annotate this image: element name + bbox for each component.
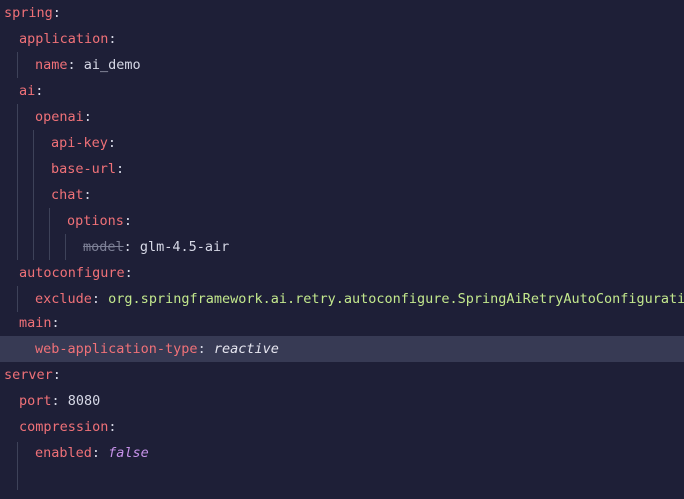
yaml-colon: : bbox=[91, 291, 101, 307]
yaml-line-options[interactable]: options: bbox=[0, 208, 684, 234]
yaml-colon: : bbox=[83, 109, 92, 125]
yaml-key: openai bbox=[35, 109, 84, 125]
yaml-line-web-application-type[interactable]: web-application-type: reactive bbox=[0, 336, 684, 362]
yaml-line-name[interactable]: name: ai_demo bbox=[0, 52, 684, 78]
yaml-key: name bbox=[35, 57, 68, 73]
yaml-key: application bbox=[19, 31, 109, 47]
yaml-key: port bbox=[19, 393, 52, 409]
yaml-value: glm-4.5-air bbox=[131, 239, 230, 255]
yaml-line-autoconfigure[interactable]: autoconfigure: bbox=[0, 260, 684, 286]
yaml-key: autoconfigure bbox=[19, 265, 125, 281]
yaml-colon: : bbox=[52, 5, 61, 21]
yaml-colon: : bbox=[116, 161, 125, 177]
yaml-line-ai[interactable]: ai: bbox=[0, 78, 684, 104]
yaml-key: main bbox=[19, 315, 52, 331]
yaml-colon: : bbox=[124, 265, 133, 281]
yaml-colon: : bbox=[91, 445, 101, 461]
yaml-line-base-url[interactable]: base-url: bbox=[0, 156, 684, 182]
yaml-value: reactive bbox=[205, 341, 279, 357]
yaml-colon: : bbox=[52, 367, 61, 383]
yaml-colon: : bbox=[108, 419, 117, 435]
yaml-line-model[interactable]: model: glm-4.5-air bbox=[0, 234, 684, 260]
yaml-line-openai[interactable]: openai: bbox=[0, 104, 684, 130]
yaml-key: enabled bbox=[35, 445, 92, 461]
yaml-key: compression bbox=[19, 419, 109, 435]
yaml-key: options bbox=[67, 213, 124, 229]
yaml-line-server[interactable]: server: bbox=[0, 362, 684, 388]
yaml-colon: : bbox=[123, 213, 133, 229]
yaml-colon: : bbox=[51, 393, 60, 409]
yaml-line-api-key[interactable]: api-key: bbox=[0, 130, 684, 156]
yaml-value: false bbox=[100, 445, 149, 461]
yaml-colon: : bbox=[35, 83, 44, 99]
yaml-key: chat bbox=[51, 187, 84, 203]
yaml-value: ai_demo bbox=[75, 57, 141, 73]
yaml-line-enabled[interactable]: enabled: false bbox=[0, 440, 684, 466]
yaml-colon: : bbox=[108, 31, 117, 47]
yaml-value: 8080 bbox=[59, 393, 101, 409]
yaml-line-exclude[interactable]: exclude: org.springframework.ai.retry.au… bbox=[0, 286, 684, 312]
yaml-colon: : bbox=[107, 135, 117, 151]
yaml-line-application[interactable]: application: bbox=[0, 26, 684, 52]
yaml-key: ai bbox=[19, 83, 36, 99]
yaml-editor[interactable]: spring: application: name: ai_demo ai: o… bbox=[0, 0, 684, 499]
yaml-key: base-url bbox=[51, 161, 117, 177]
yaml-colon: : bbox=[51, 315, 60, 331]
yaml-key: server bbox=[4, 367, 53, 383]
yaml-key: api-key bbox=[51, 135, 108, 151]
yaml-line-port[interactable]: port: 8080 bbox=[0, 388, 684, 414]
yaml-colon: : bbox=[123, 239, 132, 255]
yaml-value: org.springframework.ai.retry.autoconfigu… bbox=[100, 291, 684, 307]
yaml-colon: : bbox=[197, 341, 206, 357]
yaml-line-chat[interactable]: chat: bbox=[0, 182, 684, 208]
yaml-line-compression[interactable]: compression: bbox=[0, 414, 684, 440]
yaml-key-deprecated: model bbox=[83, 239, 124, 255]
yaml-line-spring[interactable]: spring: bbox=[0, 0, 684, 26]
yaml-colon: : bbox=[83, 187, 92, 203]
yaml-key: exclude bbox=[35, 291, 92, 307]
yaml-line-main[interactable]: main: bbox=[0, 310, 684, 336]
yaml-key: web-application-type bbox=[35, 341, 198, 357]
yaml-key: spring bbox=[4, 5, 53, 21]
yaml-colon: : bbox=[67, 57, 76, 73]
